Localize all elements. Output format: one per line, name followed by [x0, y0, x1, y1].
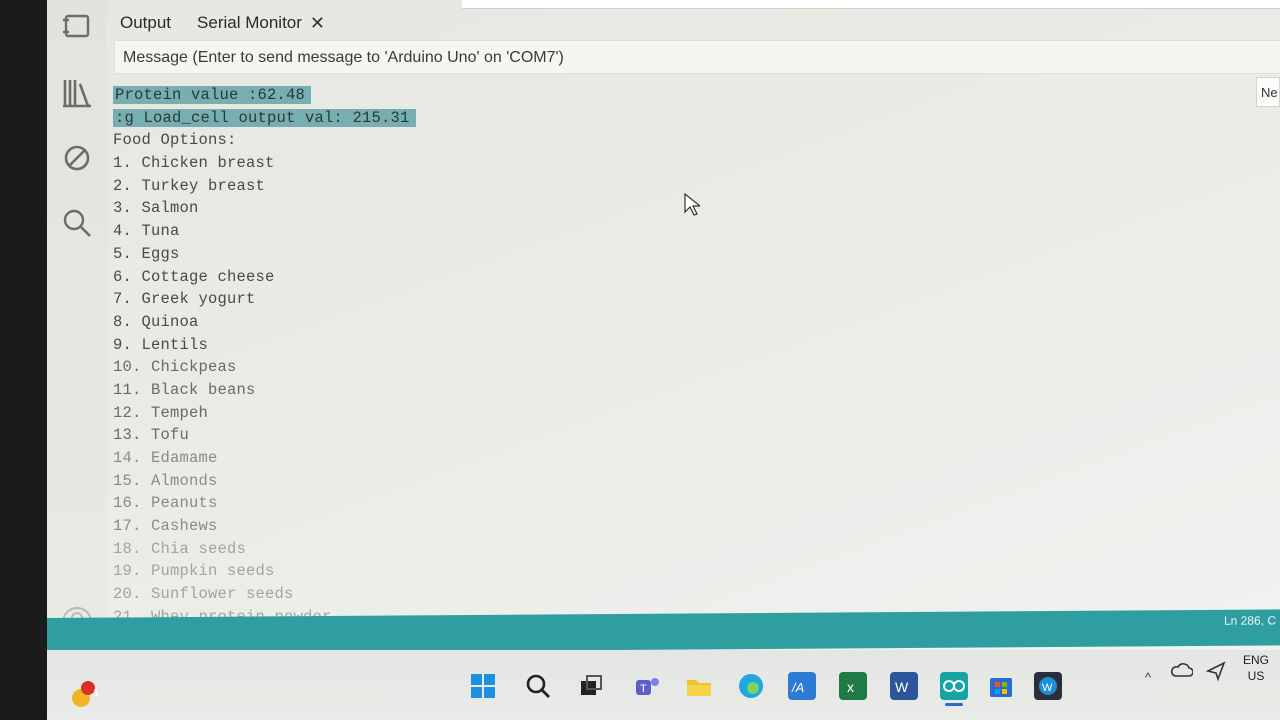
food-option: 2. Turkey breast	[113, 176, 266, 195]
food-option: 5. Eggs	[113, 244, 180, 263]
edge-icon[interactable]	[737, 672, 765, 700]
editor-top-edge	[462, 0, 1280, 9]
svg-text:/A: /A	[791, 680, 804, 695]
food-option: 3. Salmon	[113, 199, 199, 218]
message-input[interactable]: Message (Enter to send message to 'Ardui…	[114, 40, 1280, 74]
tab-serial-monitor[interactable]: Serial Monitor	[197, 13, 302, 33]
activity-bar	[47, 0, 107, 650]
food-option: 8. Quinoa	[113, 312, 199, 331]
language-code: ENG	[1243, 653, 1270, 667]
status-bar: Ln 286, C	[47, 609, 1280, 654]
file-explorer-icon[interactable]	[685, 672, 713, 700]
food-option: 10. Chickpeas	[113, 358, 237, 377]
food-option: 7. Greek yogurt	[113, 290, 256, 309]
food-option: 17. Cashews	[113, 517, 218, 536]
food-option: 13. Tofu	[113, 426, 190, 445]
region-code: US	[1247, 669, 1265, 683]
food-option: 6. Cottage cheese	[113, 267, 275, 286]
teams-icon[interactable]: T	[633, 672, 661, 700]
notification-icon[interactable]	[67, 680, 95, 708]
svg-text:W: W	[1042, 682, 1053, 694]
store-icon[interactable]	[987, 672, 1015, 700]
food-option: 11. Black beans	[113, 380, 256, 399]
food-option: 1. Chicken breast	[113, 154, 275, 173]
windows-start-icon[interactable]	[469, 672, 497, 700]
active-app-indicator	[945, 703, 963, 706]
food-option: 12. Tempeh	[113, 403, 209, 422]
mouse-cursor-icon	[684, 192, 702, 222]
arduino-icon[interactable]	[940, 672, 968, 700]
output-heading: Food Options:	[113, 131, 237, 150]
excel-icon[interactable]: x	[839, 672, 867, 700]
food-option: 16. Peanuts	[113, 494, 218, 513]
task-view-icon[interactable]	[577, 672, 605, 700]
output-line-highlighted: Protein value :62.48	[113, 86, 312, 104]
word-icon[interactable]: W	[890, 672, 918, 700]
svg-text:T: T	[640, 683, 647, 695]
svg-text:x: x	[847, 679, 854, 695]
search-icon[interactable]	[59, 205, 95, 241]
svg-text:W: W	[895, 679, 909, 695]
food-option: 9. Lentils	[113, 335, 209, 354]
debug-icon[interactable]	[59, 140, 95, 176]
office-icon[interactable]: /A	[788, 672, 816, 700]
close-icon[interactable]: ✕	[310, 13, 325, 34]
output-line-highlighted: :g Load_cell output val: 215.31	[113, 108, 416, 127]
library-icon[interactable]	[59, 75, 95, 111]
panel-tabs: Output Serial Monitor ✕	[120, 10, 325, 36]
cursor-position: Ln 286, C	[1223, 613, 1276, 628]
taskbar: 1 T /A x W W ^ ENG US	[47, 650, 1280, 720]
search-icon[interactable]	[524, 672, 552, 700]
food-option: 18. Chia seeds	[113, 539, 247, 558]
onedrive-icon[interactable]	[1171, 660, 1193, 682]
food-option: 4. Tuna	[113, 222, 180, 241]
line-ending-select[interactable]: Ne	[1256, 77, 1280, 107]
tab-output[interactable]: Output	[120, 13, 171, 33]
chevron-up-icon[interactable]: ^	[1145, 670, 1151, 685]
location-icon[interactable]	[1205, 660, 1227, 682]
serial-output: Protein value :62.48 :g Load_cell output…	[113, 84, 1243, 629]
notification-count: 1	[93, 687, 100, 699]
food-option: 15. Almonds	[113, 471, 218, 490]
screen: Output Serial Monitor ✕ Message (Enter t…	[47, 0, 1280, 720]
food-option: 14. Edamame	[113, 449, 218, 467]
webex-icon[interactable]: W	[1034, 672, 1062, 700]
language-indicator[interactable]: ENG US	[1243, 652, 1269, 684]
sketchbook-icon[interactable]	[59, 8, 95, 44]
food-option: 20. Sunflower seeds	[113, 585, 294, 604]
food-option: 19. Pumpkin seeds	[113, 562, 275, 581]
